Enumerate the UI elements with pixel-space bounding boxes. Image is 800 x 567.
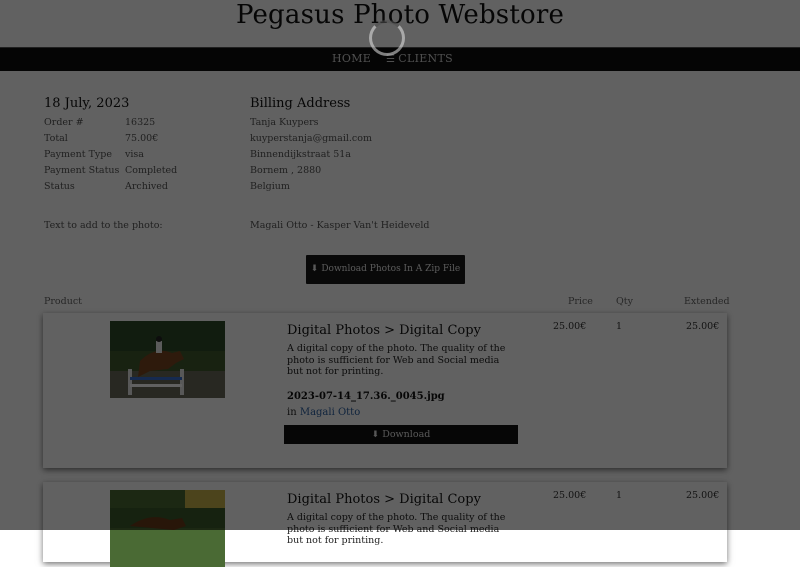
order-status-value: Archived [125, 181, 168, 192]
order-item-card: Digital Photos > Digital Copy A digital … [43, 313, 727, 468]
payment-type-value: visa [125, 149, 144, 160]
billing-address-heading: Billing Address [250, 96, 351, 111]
item-price: 25.00€ [553, 321, 587, 332]
product-in-label: in [287, 407, 297, 418]
order-status-label: Status [44, 181, 75, 192]
column-header-product: Product [44, 296, 82, 307]
item-price: 25.00€ [553, 490, 587, 501]
show-jumping-photo [110, 490, 225, 567]
product-filename: 2023-07-14_17.36._0045.jpg [287, 391, 445, 402]
billing-name: Tanja Kuypers [250, 117, 319, 128]
item-qty: 1 [616, 321, 623, 332]
product-thumbnail[interactable] [110, 490, 225, 567]
order-date: 18 July, 2023 [44, 96, 130, 111]
order-number-value: 16325 [125, 117, 156, 128]
billing-street: Binnendijkstraat 51a [250, 149, 351, 160]
item-extended: 25.00€ [686, 490, 720, 501]
product-title: Digital Photos > Digital Copy [287, 323, 481, 338]
download-zip-button[interactable]: ⬇ Download Photos In A Zip File [306, 255, 465, 284]
photo-text-value: Magali Otto - Kasper Van't Heideveld [250, 220, 430, 231]
photo-text-label: Text to add to the photo: [44, 220, 163, 231]
order-item-card: Digital Photos > Digital Copy A digital … [43, 482, 727, 567]
billing-country: Belgium [250, 181, 290, 192]
column-header-extended: Extended [684, 296, 730, 307]
product-description: A digital copy of the photo. The quality… [287, 343, 506, 377]
nav-clients-label: CLIENTS [398, 52, 453, 65]
item-extended: 25.00€ [686, 321, 720, 332]
client-link[interactable]: Magali Otto [300, 407, 360, 418]
product-client-line: in Magali Otto [287, 407, 360, 418]
billing-city: Bornem , 2880 [250, 165, 322, 176]
nav-clients-link[interactable]: ☰ CLIENTS [386, 52, 453, 65]
column-header-qty: Qty [616, 296, 633, 307]
billing-email: kuyperstanja@gmail.com [250, 133, 372, 144]
show-jumping-photo [110, 321, 225, 398]
order-number-label: Order # [44, 117, 84, 128]
download-photo-button[interactable]: ⬇ Download [284, 425, 518, 444]
main-navbar: HOME ☰ CLIENTS [0, 47, 800, 71]
nav-home-link[interactable]: HOME [332, 52, 371, 65]
payment-type-label: Payment Type [44, 149, 112, 160]
order-total-label: Total [44, 133, 68, 144]
product-description: A digital copy of the photo. The quality… [287, 512, 506, 546]
product-title: Digital Photos > Digital Copy [287, 492, 481, 507]
loading-spinner-icon [369, 20, 405, 56]
payment-status-label: Payment Status [44, 165, 120, 176]
download-icon: ⬇ [310, 264, 319, 274]
download-zip-label: Download Photos In A Zip File [321, 264, 461, 274]
item-qty: 1 [616, 490, 623, 501]
column-header-price: Price [568, 296, 593, 307]
order-total-value: 75.00€ [125, 133, 159, 144]
download-photo-label: Download [382, 429, 431, 440]
payment-status-value: Completed [125, 165, 178, 176]
download-icon: ⬇ [371, 430, 380, 440]
product-thumbnail[interactable] [110, 321, 225, 398]
